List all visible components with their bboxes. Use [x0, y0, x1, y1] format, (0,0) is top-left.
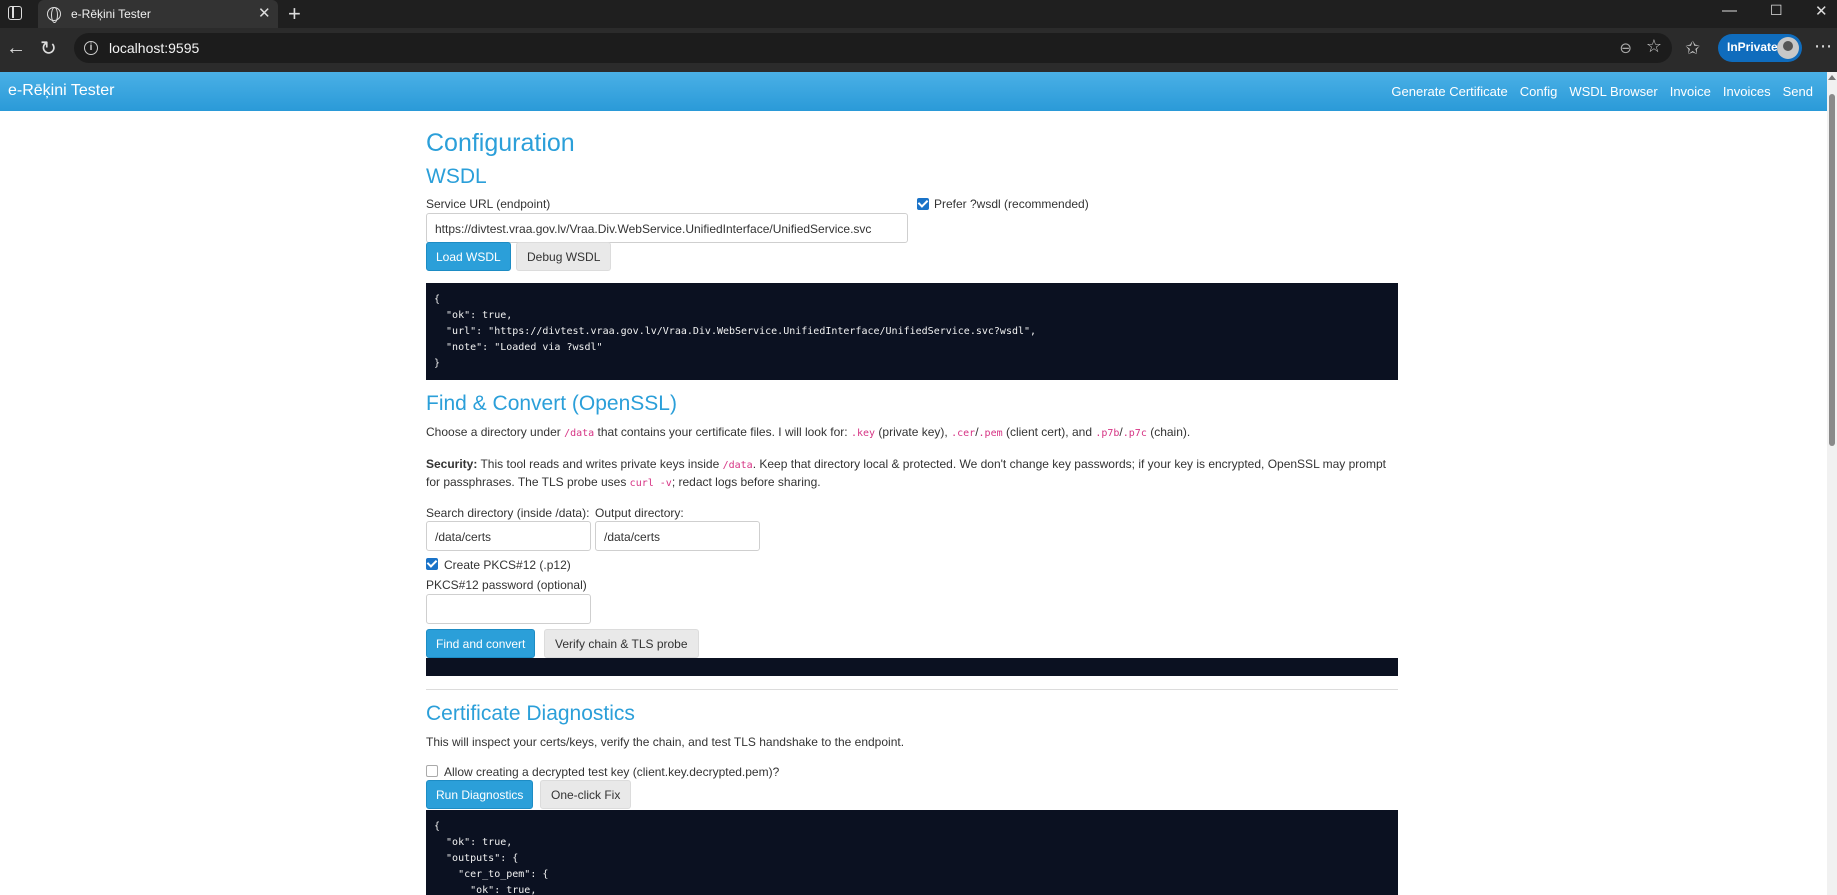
convert-output — [426, 658, 1398, 676]
close-tab-icon[interactable]: ✕ — [258, 4, 271, 22]
browser-tab[interactable]: e-Rēķini Tester ✕ — [38, 0, 278, 28]
nav-link-generate-certificate[interactable]: Generate Certificate — [1391, 84, 1507, 99]
tab-actions-icon[interactable] — [8, 6, 22, 20]
allow-decrypted-key-label: Allow creating a decrypted test key (cli… — [444, 765, 780, 779]
reload-icon[interactable]: ↻ — [40, 36, 57, 61]
run-diagnostics-button[interactable]: Run Diagnostics — [426, 780, 534, 809]
service-url-label: Service URL (endpoint) — [426, 197, 551, 211]
wsdl-heading: WSDL — [426, 165, 487, 188]
find-and-convert-button[interactable]: Find and convert — [426, 629, 536, 658]
url-field[interactable]: i localhost:9595 ⊖ ☆ — [74, 33, 1672, 63]
new-tab-icon[interactable]: + — [288, 1, 301, 27]
create-p12-checkbox[interactable] — [426, 558, 438, 570]
tab-title: e-Rēķini Tester — [71, 7, 151, 21]
search-directory-label: Search directory (inside /data): — [426, 506, 590, 520]
app-navbar: e-Rēķini Tester Generate Certificate Con… — [0, 72, 1827, 111]
scroll-thumb[interactable] — [1829, 94, 1835, 446]
p12-password-input[interactable] — [426, 594, 591, 624]
find-convert-heading: Find & Convert (OpenSSL) — [426, 392, 677, 415]
maximize-icon[interactable]: ☐ — [1770, 2, 1783, 19]
output-directory-input[interactable]: /data/certs — [595, 521, 760, 551]
allow-decrypted-key-checkbox[interactable] — [426, 765, 438, 777]
wsdl-output: { "ok": true, "url": "https://divtest.vr… — [426, 283, 1398, 380]
section-divider — [426, 689, 1398, 690]
nav-link-invoice[interactable]: Invoice — [1670, 84, 1711, 99]
globe-icon — [47, 7, 61, 23]
zoom-icon[interactable]: ⊖ — [1619, 39, 1632, 57]
output-directory-label: Output directory: — [595, 506, 684, 520]
browser-tab-bar: e-Rēķini Tester ✕ + — ☐ ✕ — [0, 0, 1837, 28]
diagnostics-output: { "ok": true, "outputs": { "cer_to_pem":… — [426, 810, 1398, 895]
brand-title[interactable]: e-Rēķini Tester — [8, 82, 114, 100]
create-p12-label: Create PKCS#12 (.p12) — [444, 558, 571, 572]
scroll-up-arrow-icon[interactable] — [1828, 75, 1836, 80]
prefer-wsdl-checkbox[interactable] — [917, 198, 929, 210]
diagnostics-heading: Certificate Diagnostics — [426, 702, 635, 725]
more-options-icon[interactable]: ⋯ — [1814, 36, 1832, 57]
page-title: Configuration — [426, 129, 575, 157]
page-scrollbar[interactable] — [1827, 72, 1837, 895]
inprivate-label: InPrivate — [1727, 40, 1778, 54]
nav-link-invoices[interactable]: Invoices — [1723, 84, 1771, 99]
nav-link-config[interactable]: Config — [1520, 84, 1558, 99]
load-wsdl-button[interactable]: Load WSDL — [426, 242, 511, 271]
find-convert-intro: Choose a directory under /data that cont… — [426, 425, 1191, 439]
minimize-icon[interactable]: — — [1722, 2, 1737, 19]
nav-link-send[interactable]: Send — [1783, 84, 1813, 99]
url-text: localhost:9595 — [109, 40, 200, 56]
nav-link-wsdl-browser[interactable]: WSDL Browser — [1569, 84, 1657, 99]
browser-address-bar: ← ↻ i localhost:9595 ⊖ ☆ ✩ InPrivate ⋯ — [0, 28, 1837, 72]
nav-links: Generate Certificate Config WSDL Browser… — [1391, 84, 1813, 99]
verify-chain-button[interactable]: Verify chain & TLS probe — [544, 629, 699, 658]
close-window-icon[interactable]: ✕ — [1815, 2, 1828, 20]
favorite-star-icon[interactable]: ☆ — [1646, 36, 1662, 57]
one-click-fix-button[interactable]: One-click Fix — [540, 780, 632, 809]
back-arrow-icon[interactable]: ← — [6, 37, 26, 60]
inprivate-badge[interactable]: InPrivate — [1718, 34, 1802, 62]
debug-wsdl-button[interactable]: Debug WSDL — [516, 242, 612, 271]
search-directory-input[interactable]: /data/certs — [426, 521, 591, 551]
favorites-icon[interactable]: ✩ — [1685, 38, 1700, 59]
p12-password-label: PKCS#12 password (optional) — [426, 578, 587, 592]
prefer-wsdl-label: Prefer ?wsdl (recommended) — [934, 197, 1089, 211]
diagnostics-intro: This will inspect your certs/keys, verif… — [426, 735, 905, 749]
avatar — [1777, 37, 1799, 59]
site-info-icon[interactable]: i — [84, 41, 98, 55]
service-url-input[interactable]: https://divtest.vraa.gov.lv/Vraa.Div.Web… — [426, 213, 908, 243]
security-note: Security: This tool reads and writes pri… — [426, 457, 1386, 489]
